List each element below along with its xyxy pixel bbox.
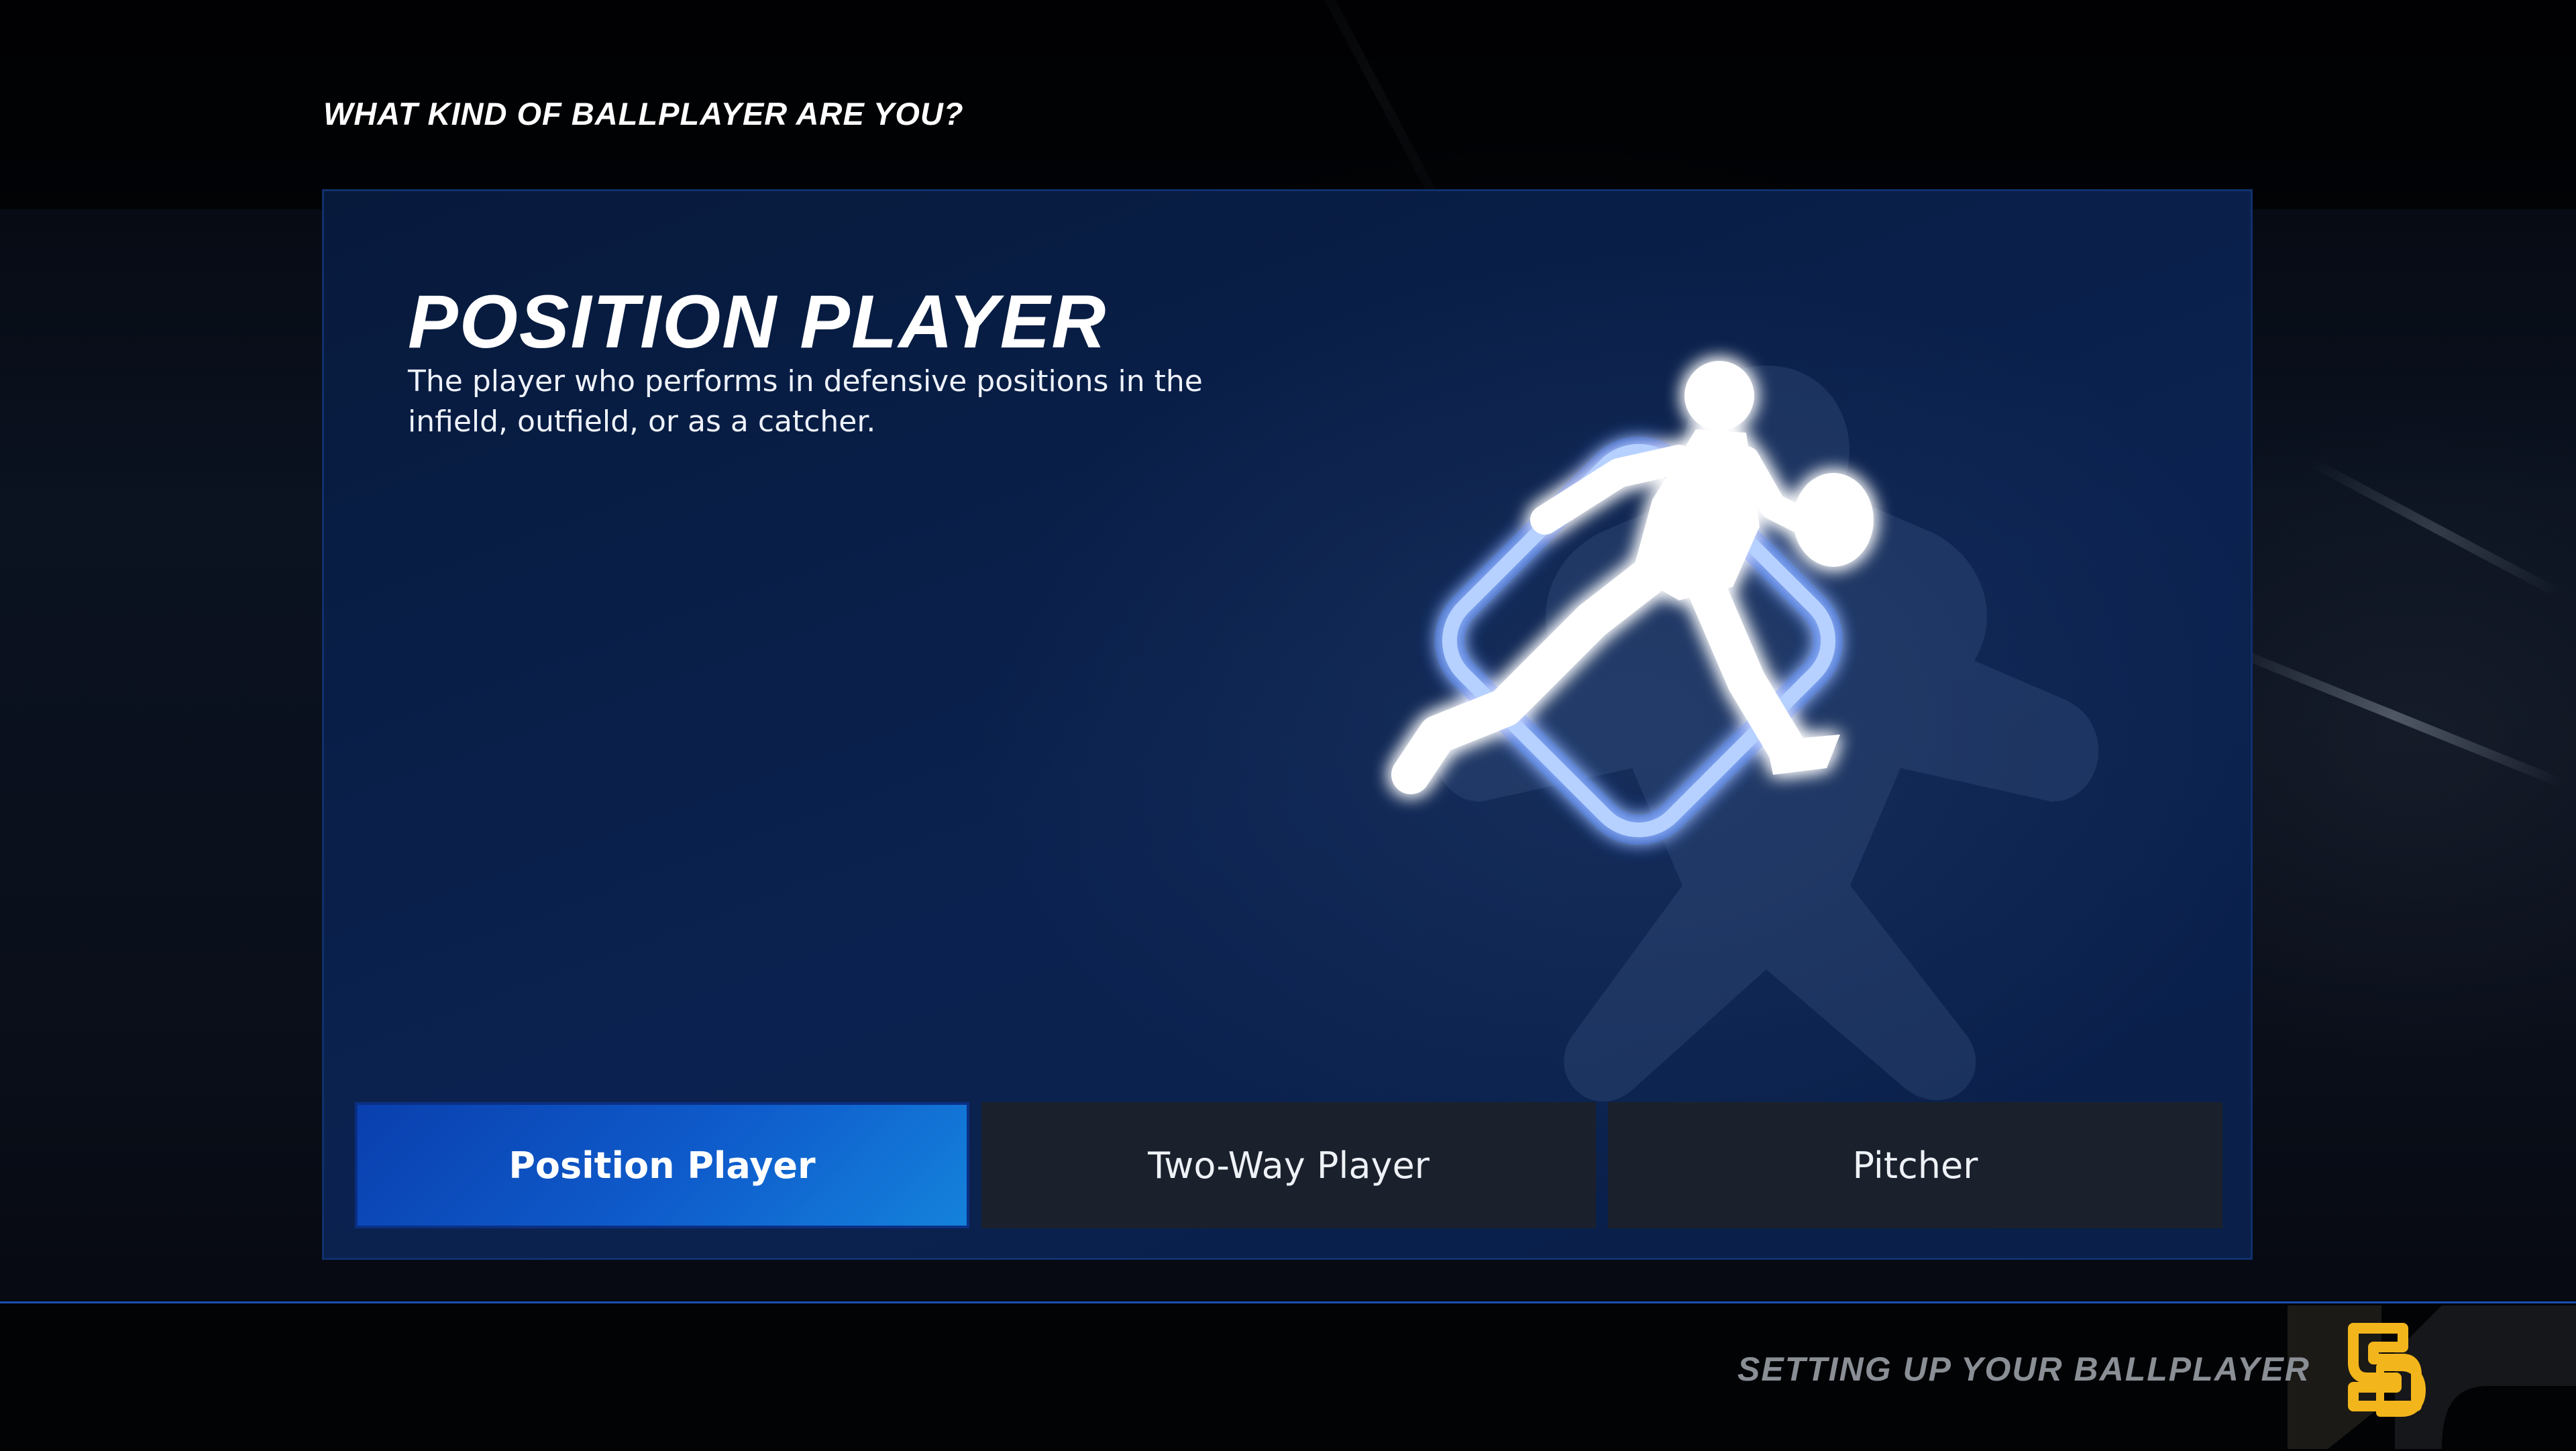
footer-label: SETTING UP YOUR BALLPLAYER (1737, 1350, 2310, 1388)
player-type-options: Position Player Two-Way Player Pitcher (355, 1102, 2222, 1228)
sd-team-logo-icon (2348, 1323, 2426, 1417)
panel-title: POSITION PLAYER (408, 280, 1108, 364)
team-logo-background-icon (2288, 1305, 2576, 1449)
option-pitcher[interactable]: Pitcher (1608, 1102, 2222, 1228)
running-fielder-icon (1391, 361, 1874, 845)
option-position-player[interactable]: Position Player (355, 1102, 969, 1228)
panel-description: The player who performs in defensive pos… (408, 364, 1203, 439)
screen-question: WHAT KIND OF BALLPLAYER ARE YOU? (323, 96, 964, 131)
option-two-way-player[interactable]: Two-Way Player (981, 1102, 1596, 1228)
selection-panel: POSITION PLAYER The player who performs … (322, 189, 2253, 1260)
top-bar: WHAT KIND OF BALLPLAYER ARE YOU? (0, 0, 2576, 209)
